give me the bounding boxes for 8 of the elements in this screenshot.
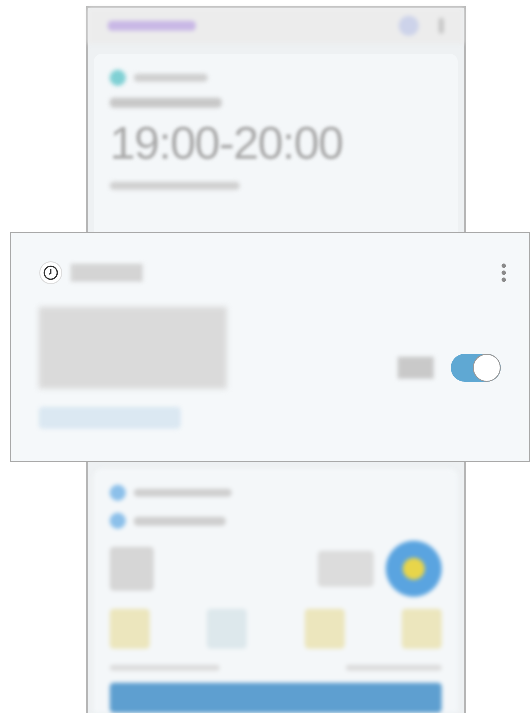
blurred-bar	[71, 264, 143, 282]
blurred-temperature	[110, 547, 154, 591]
blurred-bar	[318, 551, 374, 587]
time-range: 19:00-20:00	[110, 120, 344, 166]
more-options-icon	[501, 263, 507, 283]
clock-icon	[39, 261, 63, 285]
toggle-switch[interactable]	[451, 354, 501, 382]
blurred-bar	[398, 357, 434, 379]
